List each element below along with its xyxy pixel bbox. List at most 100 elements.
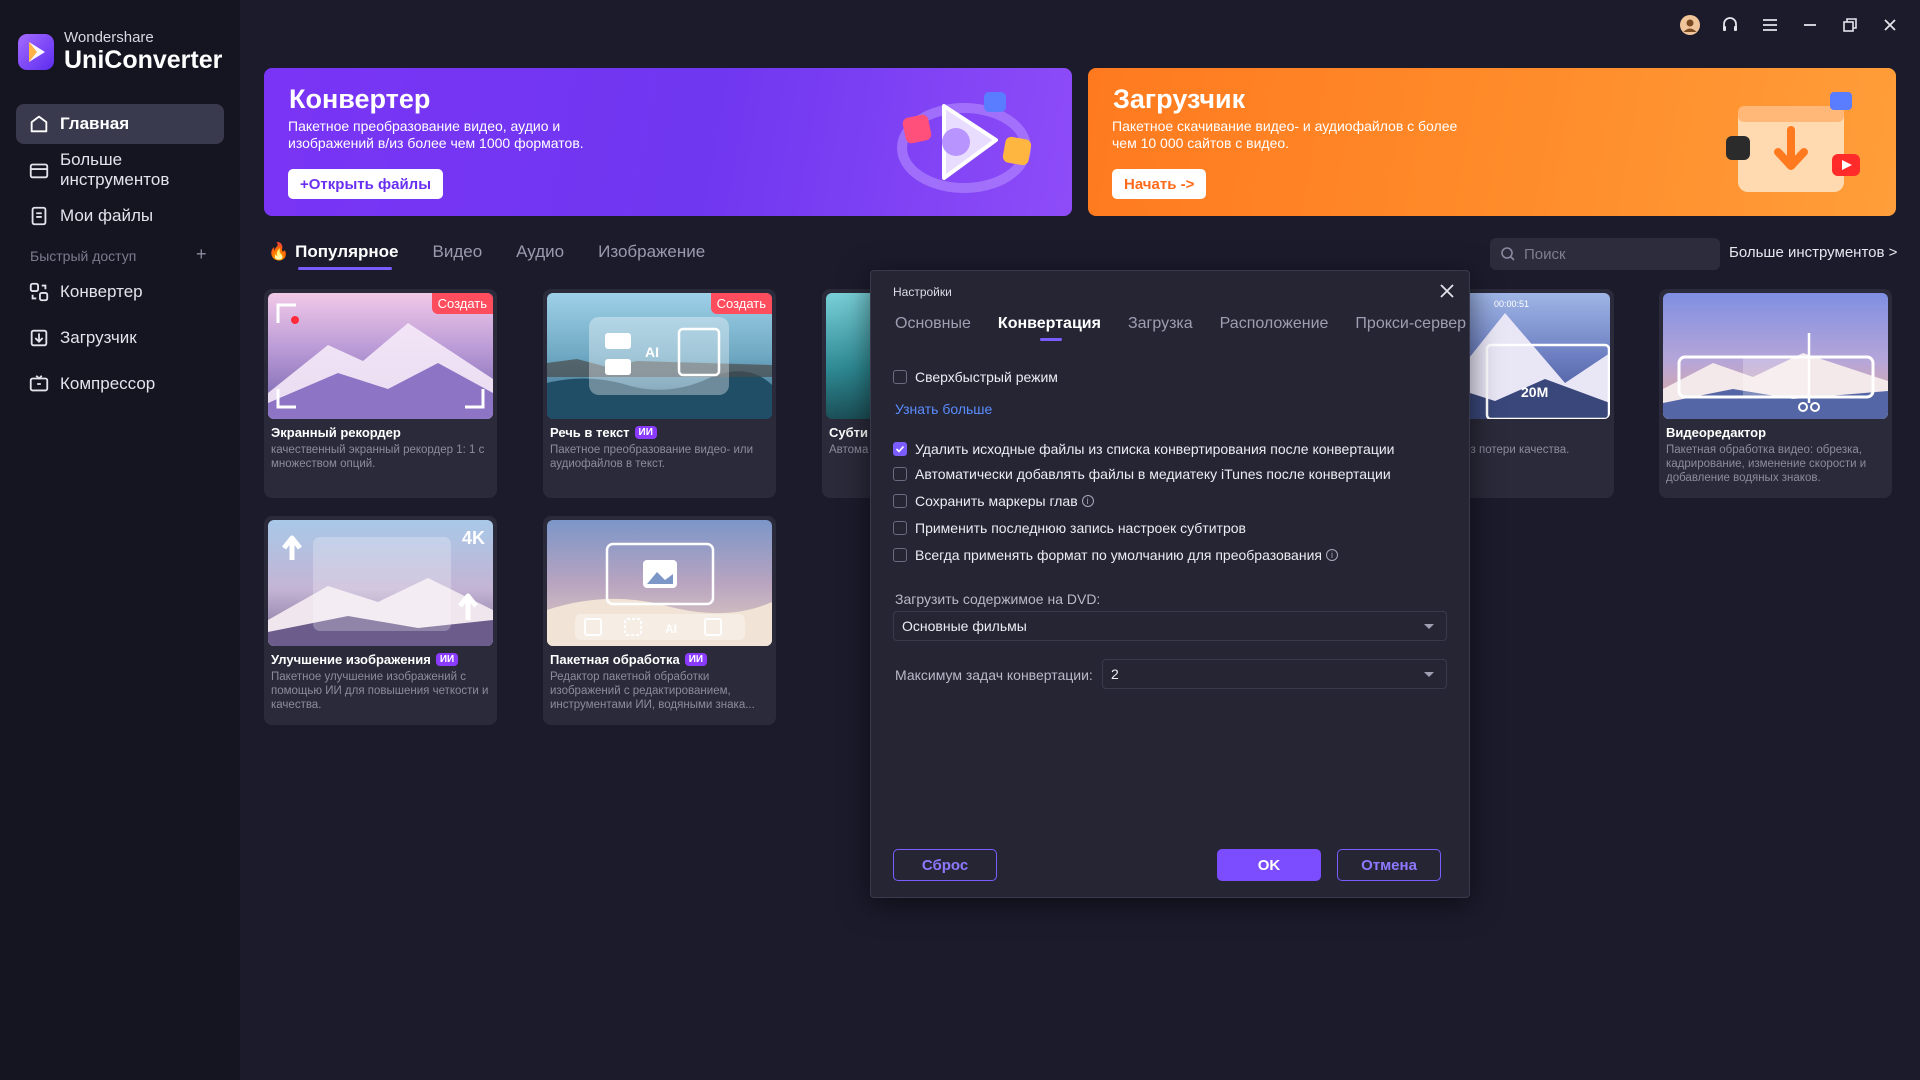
more-tools-link[interactable]: Больше инструментов > xyxy=(1729,244,1897,261)
ok-button[interactable]: OK xyxy=(1217,849,1321,881)
banner-description: Пакетное преобразование видео, аудио и и… xyxy=(288,118,584,151)
app-logo: Wondershare UniConverter xyxy=(16,30,222,73)
dvd-label: Загрузить содержимое на DVD: xyxy=(895,591,1101,607)
tab-conversion[interactable]: Конвертация xyxy=(998,315,1101,341)
tab-popular[interactable]: 🔥 Популярное xyxy=(268,242,398,270)
card-thumbnail: AI xyxy=(547,520,772,646)
option-label: Удалить исходные файлы из списка конверт… xyxy=(915,441,1395,457)
sidebar-item-compressor[interactable]: Компрессор xyxy=(16,364,224,404)
downloader-banner[interactable]: Загрузчик Пакетное скачивание видео- и а… xyxy=(1088,68,1896,216)
tab-audio[interactable]: Аудио xyxy=(516,242,564,262)
tab-proxy[interactable]: Прокси-сервер xyxy=(1355,315,1466,333)
option-chapter-markers[interactable]: Сохранить маркеры глав i xyxy=(893,493,1094,509)
checkbox[interactable] xyxy=(893,521,907,535)
chevron-down-icon xyxy=(1424,624,1434,629)
card-screen-recorder[interactable]: Создать Экранный рекордер качественный э… xyxy=(264,289,497,498)
ai-badge: ИИ xyxy=(435,653,459,666)
start-button[interactable]: Начать -> xyxy=(1112,169,1207,199)
open-files-button[interactable]: +Открыть файлы xyxy=(288,169,444,199)
settings-tabs: Основные Конвертация Загрузка Расположен… xyxy=(895,315,1493,341)
close-window-button[interactable] xyxy=(1870,10,1910,40)
category-tabs: 🔥 Популярное Видео Аудио Изображение xyxy=(268,242,739,270)
window-controls xyxy=(1670,10,1910,40)
chevron-down-icon xyxy=(1424,672,1434,677)
fire-icon: 🔥 xyxy=(268,242,290,261)
sidebar-item-downloader[interactable]: Загрузчик xyxy=(16,318,224,358)
option-label: Всегда применять формат по умолчанию для… xyxy=(915,547,1322,563)
downloader-icon xyxy=(30,329,48,347)
quick-access-label: Быстрый доступ xyxy=(30,248,137,264)
tab-video[interactable]: Видео xyxy=(432,242,482,262)
learn-more-link[interactable]: Узнать больше xyxy=(895,401,992,417)
settings-dialog: Настройки Основные Конвертация Загрузка … xyxy=(870,270,1470,898)
close-icon xyxy=(1884,19,1896,31)
card-thumbnail: AI Создать xyxy=(547,293,772,419)
minimize-button[interactable] xyxy=(1790,10,1830,40)
toolbox-icon xyxy=(29,163,49,179)
checkbox[interactable] xyxy=(893,548,907,562)
search-placeholder: Поиск xyxy=(1524,245,1566,263)
reset-button[interactable]: Сброс xyxy=(893,849,997,881)
tab-image[interactable]: Изображение xyxy=(598,242,705,262)
banner-title: Конвертер xyxy=(289,84,431,114)
card-title: Улучшение изображения ИИ xyxy=(271,652,459,667)
search-icon xyxy=(1501,247,1515,261)
converter-illustration-icon xyxy=(897,92,1032,193)
search-input[interactable]: Поиск xyxy=(1490,238,1720,270)
option-ultrafast-mode[interactable]: Сверхбыстрый режим xyxy=(893,369,1058,385)
size-label: 20M xyxy=(1521,384,1549,400)
card-speech-to-text[interactable]: AI Создать Речь в текст ИИ Пакетное преоб… xyxy=(543,289,776,498)
option-label: Сохранить маркеры глав xyxy=(915,493,1078,509)
compressor-icon xyxy=(29,375,49,392)
card-batch-processing[interactable]: AI Пакетная обработка ИИ Редактор пакетно… xyxy=(543,516,776,725)
restore-button[interactable] xyxy=(1830,10,1870,40)
menu-button[interactable] xyxy=(1750,10,1790,40)
batch-edit-image-icon: AI xyxy=(547,542,772,646)
downloader-illustration-icon xyxy=(1726,92,1860,192)
add-quick-access-icon[interactable]: + xyxy=(196,244,207,265)
sidebar-item-label: Загрузчик xyxy=(60,328,137,347)
sidebar-item-more-tools[interactable]: Больше инструментов xyxy=(16,150,224,190)
select-value: 2 xyxy=(1111,666,1119,682)
sidebar-item-label: Больше инструментов xyxy=(60,150,170,189)
dvd-content-select[interactable]: Основные фильмы xyxy=(893,611,1447,641)
tab-general[interactable]: Основные xyxy=(895,315,971,333)
product-name: UniConverter xyxy=(64,46,223,74)
file-icon xyxy=(31,206,47,226)
sidebar-item-label: Главная xyxy=(60,114,130,133)
support-button[interactable] xyxy=(1710,10,1750,40)
checkbox[interactable] xyxy=(893,370,907,384)
checkmark-icon xyxy=(895,445,905,453)
create-badge: Создать xyxy=(431,293,493,314)
dialog-title: Настройки xyxy=(893,285,952,299)
card-video-editor[interactable]: Видеоредактор Пакетная обработка видео: … xyxy=(1659,289,1892,498)
tab-location[interactable]: Расположение xyxy=(1220,315,1329,333)
checkbox[interactable] xyxy=(893,467,907,481)
close-icon[interactable] xyxy=(1435,279,1459,303)
sidebar: Wondershare UniConverter Главная Больше … xyxy=(0,0,240,1080)
option-default-format[interactable]: Всегда применять формат по умолчанию для… xyxy=(893,547,1338,563)
sidebar-item-my-files[interactable]: Мои файлы xyxy=(16,196,224,236)
max-tasks-select[interactable]: 2 xyxy=(1102,659,1447,689)
cancel-button[interactable]: Отмена xyxy=(1337,849,1441,881)
option-delete-source[interactable]: Удалить исходные файлы из списка конверт… xyxy=(893,441,1395,457)
checkbox[interactable] xyxy=(893,494,907,508)
svg-text:AI: AI xyxy=(645,344,659,360)
card-image-enhancer[interactable]: 4K Улучшение изображения ИИ Пакетное улуч… xyxy=(264,516,497,725)
card-thumbnail: 4K xyxy=(268,520,493,646)
select-value: Основные фильмы xyxy=(902,618,1027,634)
sidebar-item-home[interactable]: Главная xyxy=(16,104,224,144)
card-title: Экранный рекордер xyxy=(271,425,401,440)
option-itunes-add[interactable]: Автоматически добавлять файлы в медиатек… xyxy=(893,466,1391,482)
uniconverter-logo-icon xyxy=(18,33,54,70)
account-button[interactable] xyxy=(1670,10,1710,40)
card-thumbnail: Создать xyxy=(268,293,493,419)
info-icon[interactable]: i xyxy=(1325,549,1338,561)
info-icon[interactable]: i xyxy=(1081,495,1094,507)
converter-banner[interactable]: Конвертер Пакетное преобразование видео,… xyxy=(264,68,1072,216)
checkbox-checked[interactable] xyxy=(893,442,907,456)
sidebar-item-converter[interactable]: Конвертер xyxy=(16,272,224,312)
option-subtitle-settings[interactable]: Применить последнюю запись настроек субт… xyxy=(893,520,1246,536)
create-badge: Создать xyxy=(710,293,772,314)
tab-download[interactable]: Загрузка xyxy=(1128,315,1193,333)
